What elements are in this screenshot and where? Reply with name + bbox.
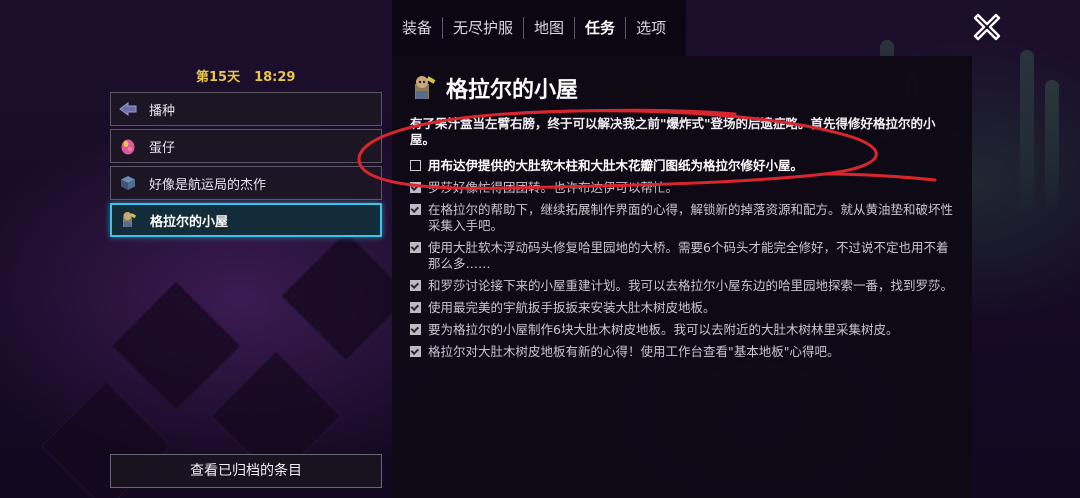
quest-step: 使用最完美的宇航扳手扳扳来安装大肚木树皮地板。 [410, 300, 958, 316]
quest-steps: 用布达伊提供的大肚软木柱和大肚木花瓣门图纸为格拉尔修好小屋。 罗莎好像忙得团团转… [410, 158, 958, 366]
quest-label: 播种 [149, 103, 176, 119]
cube-icon [119, 174, 137, 192]
quest-step: 用布达伊提供的大肚软木柱和大肚木花瓣门图纸为格拉尔修好小屋。 [410, 158, 958, 174]
step-text: 要为格拉尔的小屋制作6块大肚木树皮地板。我可以去附近的大肚木树林里采集树皮。 [428, 322, 899, 337]
step-text: 格拉尔对大肚木树皮地板有新的心得！使用工作台查看"基本地板"心得吧。 [428, 344, 840, 359]
tab-equipment[interactable]: 装备 [392, 17, 442, 39]
top-nav: 装备 无尽护服 地图 任务 选项 [392, 0, 686, 56]
checked-box-icon [410, 302, 421, 313]
close-x-icon [973, 13, 1001, 41]
step-text: 罗莎好像忙得团团转。也许布达伊可以帮忙。 [428, 180, 679, 195]
quest-item-sowing[interactable]: 播种 [110, 92, 382, 126]
quest-step: 格拉尔对大肚木树皮地板有新的心得！使用工作台查看"基本地板"心得吧。 [410, 344, 958, 360]
quest-step: 罗莎好像忙得团团转。也许布达伊可以帮忙。 [410, 180, 958, 196]
quest-item-shipping-bureau[interactable]: 好像是航运局的杰作 [110, 166, 382, 200]
checked-box-icon [410, 280, 421, 291]
quest-label: 好像是航运局的杰作 [149, 177, 267, 193]
quest-step: 和罗莎讨论接下来的小屋重建计划。我可以去格拉尔小屋东边的哈里园地探索一番，找到罗… [410, 278, 958, 294]
time-of-day: 18:29 [254, 70, 296, 85]
tab-quests[interactable]: 任务 [574, 17, 625, 39]
gral-portrait-icon [120, 211, 138, 229]
checked-box-icon [410, 182, 421, 193]
egg-icon [119, 137, 137, 155]
seed-icon [119, 100, 137, 118]
quest-label: 蛋仔 [149, 140, 176, 156]
step-text: 在格拉尔的帮助下，继续拓展制作界面的心得，解锁新的掉落资源和配方。就从黄油垫和破… [428, 202, 954, 233]
tab-options[interactable]: 选项 [625, 17, 676, 39]
step-text: 使用最完美的宇航扳手扳扳来安装大肚木树皮地板。 [428, 300, 716, 315]
quest-list: 播种 蛋仔 好像是航运局的杰作 格拉尔的小屋 [110, 92, 382, 240]
quest-step: 使用大肚软木浮动码头修复哈里园地的大桥。需要6个码头才能完全修好，不过说不定也用… [410, 240, 958, 272]
quest-item-egg[interactable]: 蛋仔 [110, 129, 382, 163]
checked-box-icon [410, 242, 421, 253]
step-text: 使用大肚软木浮动码头修复哈里园地的大桥。需要6个码头才能完全修好，不过说不定也用… [428, 240, 949, 271]
tab-map[interactable]: 地图 [523, 17, 574, 39]
gral-portrait-icon [410, 74, 438, 102]
unchecked-box-icon [410, 160, 421, 171]
quest-description: 有了果汁盒当左臂右膀，终于可以解决我之前"爆炸式"登场的后遗症略。首先得修好格拉… [410, 116, 936, 147]
quest-item-gral-hut[interactable]: 格拉尔的小屋 [110, 203, 382, 237]
quest-title: 格拉尔的小屋 [446, 78, 579, 103]
quest-detail-panel: 格拉尔的小屋 有了果汁盒当左臂右膀，终于可以解决我之前"爆炸式"登场的后遗症略。… [392, 56, 972, 498]
quest-step: 要为格拉尔的小屋制作6块大肚木树皮地板。我可以去附近的大肚木树林里采集树皮。 [410, 322, 958, 338]
step-text: 用布达伊提供的大肚软木柱和大肚木花瓣门图纸为格拉尔修好小屋。 [428, 158, 804, 173]
quest-label: 格拉尔的小屋 [150, 214, 229, 230]
tab-endless-armor[interactable]: 无尽护服 [442, 17, 523, 39]
quest-title-row: 格拉尔的小屋 [410, 72, 578, 104]
checked-box-icon [410, 346, 421, 357]
game-clock: 第15天 18:29 [196, 66, 309, 85]
close-button[interactable] [972, 12, 1002, 42]
view-archived-button[interactable]: 查看已归档的条目 [110, 454, 382, 488]
step-text: 和罗莎讨论接下来的小屋重建计划。我可以去格拉尔小屋东边的哈里园地探索一番，找到罗… [428, 278, 954, 293]
quest-step: 在格拉尔的帮助下，继续拓展制作界面的心得，解锁新的掉落资源和配方。就从黄油垫和破… [410, 202, 958, 234]
checked-box-icon [410, 204, 421, 215]
checked-box-icon [410, 324, 421, 335]
day-counter: 第15天 [196, 70, 241, 85]
